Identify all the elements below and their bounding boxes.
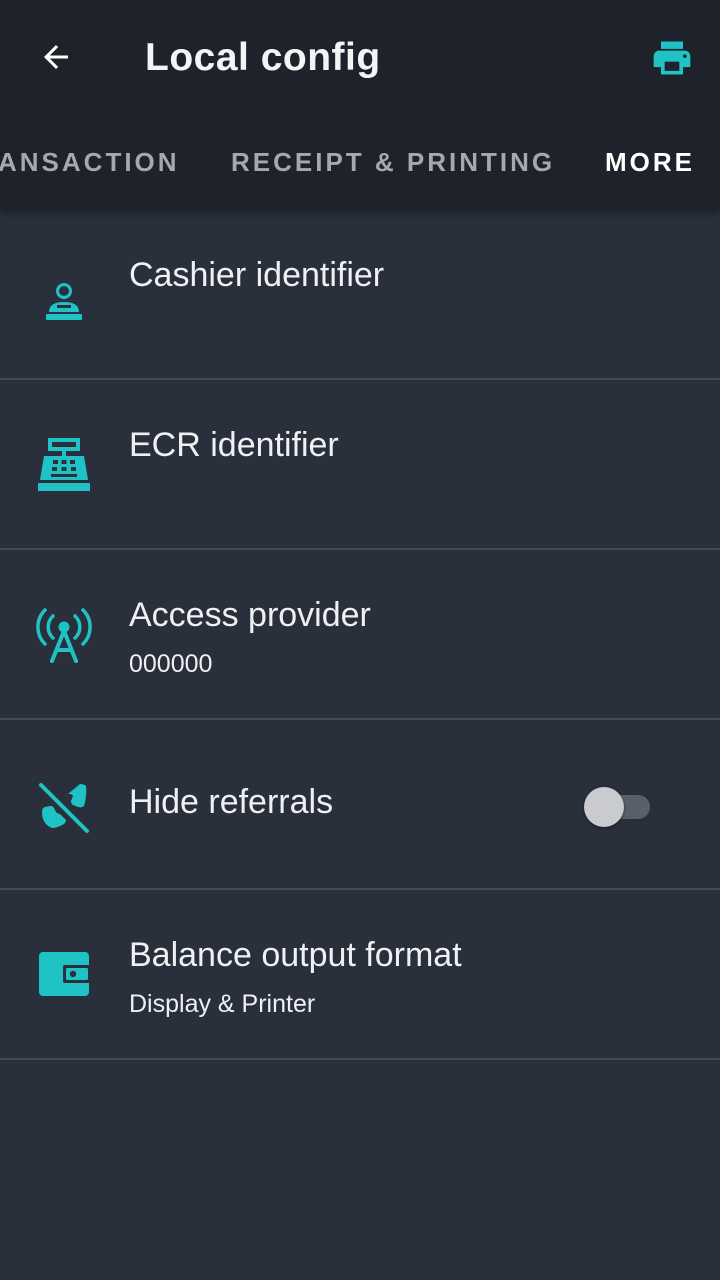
printer-icon [653,41,691,75]
back-button[interactable] [22,27,90,87]
setting-label: Balance output format [129,936,462,974]
app-bar: Local config [0,0,720,118]
setting-label: ECR identifier [129,426,339,464]
cash-register-icon [34,435,94,495]
setting-label: Access provider [129,596,371,634]
settings-list: Cashier identifier ECR identifier Access… [0,210,720,1060]
phone-off-icon [34,778,94,838]
antenna-icon [34,605,94,665]
setting-balance-output-format[interactable]: Balance output format Display & Printer [0,890,720,1060]
page-title: Local config [145,36,381,79]
setting-label: Hide referrals [129,783,334,821]
setting-hide-referrals[interactable]: Hide referrals [0,720,720,890]
cashier-icon [34,273,94,333]
setting-label: Cashier identifier [129,256,385,294]
print-button[interactable] [640,30,704,86]
setting-ecr-identifier[interactable]: ECR identifier [0,380,720,550]
setting-cashier-identifier[interactable]: Cashier identifier [0,210,720,380]
arrow-left-icon [44,45,68,69]
setting-access-provider[interactable]: Access provider 000000 [0,550,720,720]
setting-subtitle: 000000 [129,650,213,678]
tab-transaction[interactable]: ANSACTION [0,118,180,210]
setting-subtitle: Display & Printer [129,990,316,1018]
tab-receipt-printing[interactable]: RECEIPT & PRINTING [231,118,555,210]
tab-more[interactable]: MORE [605,118,695,210]
wallet-icon [34,944,94,1004]
toggle-thumb [584,787,624,827]
tab-bar: ANSACTION RECEIPT & PRINTING MORE [0,118,720,210]
hide-referrals-toggle[interactable] [584,787,652,827]
